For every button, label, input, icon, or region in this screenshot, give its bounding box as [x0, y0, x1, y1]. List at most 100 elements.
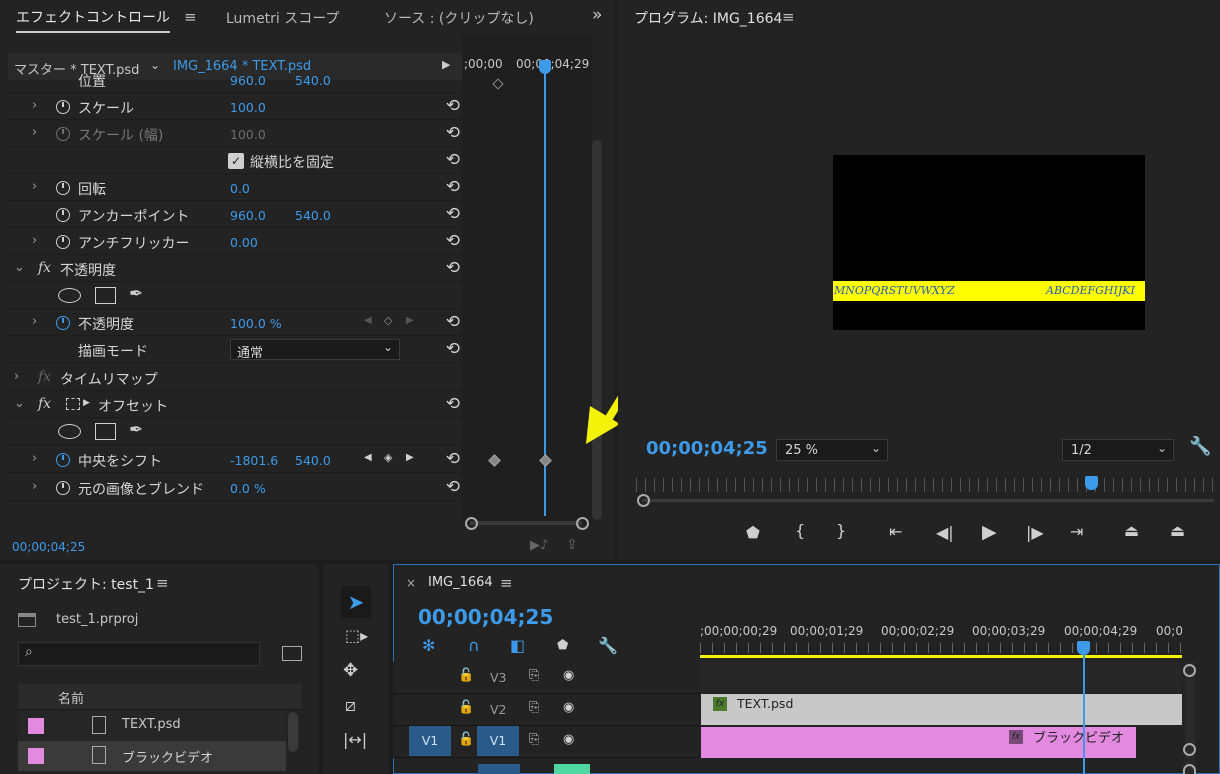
lock-icon[interactable]: 🔓 [458, 700, 474, 715]
shift-center-y-value[interactable]: 540.0 [295, 453, 331, 468]
clip-black-video[interactable]: fx ブラックビデオ [701, 727, 1136, 758]
close-tab-icon[interactable]: × [406, 576, 416, 590]
menu-icon[interactable]: ≡ [184, 8, 197, 26]
project-search-input[interactable]: ⌕ [18, 642, 260, 666]
new-bin-icon[interactable] [282, 646, 302, 661]
zoom-select[interactable]: 25 % ⌄ [776, 439, 888, 461]
expand-chevron-icon[interactable]: › [32, 98, 37, 113]
uniform-scale-checkbox[interactable]: ✓ [228, 153, 244, 169]
mark-in-icon[interactable]: { [795, 521, 805, 540]
extract-icon[interactable]: ⏏ [1170, 521, 1185, 540]
menu-icon[interactable]: ≡ [156, 574, 169, 592]
pen-mask-icon[interactable]: ✒ [129, 420, 143, 440]
resolution-select[interactable]: 1/2 ⌄ [1062, 439, 1174, 461]
project-item-black-video[interactable]: ブラックビデオ [18, 741, 286, 771]
prev-keyframe-icon[interactable]: ◀ [364, 452, 372, 463]
timeline-zoom-bar[interactable] [470, 521, 582, 525]
eye-icon[interactable]: ◉ [563, 668, 574, 683]
anchor-y-value[interactable]: 540.0 [295, 208, 331, 223]
nest-toggle-icon[interactable]: ✻ [422, 636, 435, 655]
fx-disabled-icon[interactable]: fx [38, 369, 51, 385]
tab-source[interactable]: ソース : (クリップなし) [384, 8, 534, 28]
vscroll-top-handle[interactable] [1183, 664, 1196, 677]
stopwatch-icon[interactable] [56, 100, 70, 114]
expand-chevron-icon[interactable]: › [32, 451, 37, 466]
in-point-keyframe[interactable] [492, 78, 504, 90]
track-target-v1[interactable]: V1 [477, 726, 519, 756]
reset-icon[interactable]: ⟲ [446, 449, 460, 469]
lock-icon[interactable]: 🔓 [458, 668, 474, 683]
slip-tool-icon[interactable]: |↔| [343, 730, 367, 749]
label-color-swatch[interactable] [28, 748, 44, 764]
expand-chevron-icon[interactable]: › [32, 314, 37, 329]
vscroll-handle-2[interactable] [1183, 764, 1196, 774]
reset-icon[interactable]: ⟲ [446, 123, 460, 143]
work-area-bar[interactable] [700, 655, 1182, 658]
add-keyframe-icon[interactable]: ◈ [384, 451, 392, 464]
add-keyframe-icon[interactable]: ◇ [384, 314, 392, 327]
keyframe-timeline[interactable]: ;00;00 00;00;04;29 [462, 34, 592, 525]
timeline-playhead-handle[interactable] [1077, 641, 1090, 655]
clip-text-psd[interactable]: fx TEXT.psd [701, 694, 1182, 725]
selection-tool-icon[interactable]: ➤ [341, 586, 371, 618]
reset-icon[interactable]: ⟲ [446, 394, 460, 414]
scale-value[interactable]: 100.0 [230, 100, 266, 115]
pen-mask-icon[interactable]: ✒ [129, 284, 143, 304]
current-time-display[interactable]: 00;00;04;25 [12, 540, 85, 554]
vscroll-bottom-handle[interactable] [1183, 743, 1196, 756]
shift-keyframe-2[interactable] [539, 454, 552, 467]
next-keyframe-icon[interactable]: ▶ [406, 315, 414, 326]
lock-icon[interactable]: 🔓 [458, 732, 474, 747]
expand-chevron-icon[interactable]: › [32, 125, 37, 140]
go-to-out-icon[interactable]: ⇥ [1070, 522, 1083, 541]
reset-icon[interactable]: ⟲ [446, 177, 460, 197]
track-v3-lane[interactable] [700, 662, 1182, 693]
position-y-value[interactable]: 540.0 [295, 73, 331, 88]
wrench-icon[interactable]: 🔧 [1189, 436, 1211, 457]
wrench-icon[interactable]: 🔧 [598, 636, 618, 655]
add-marker-icon[interactable]: ⬟ [557, 638, 568, 653]
snap-magnet-icon[interactable]: ∩ [468, 636, 480, 655]
label-color-swatch[interactable] [28, 718, 44, 734]
eye-icon[interactable]: ◉ [563, 700, 574, 715]
source-patch-v1[interactable]: V1 [409, 726, 451, 756]
effect-controls-scrollbar[interactable] [592, 140, 602, 520]
menu-icon[interactable]: ≡ [500, 574, 513, 592]
fx-icon[interactable]: fx [38, 260, 51, 276]
zoom-start-handle[interactable] [465, 517, 478, 530]
play-audio-icon[interactable]: ▶♪ [530, 538, 548, 553]
reset-icon[interactable]: ⟲ [446, 477, 460, 497]
rotation-value[interactable]: 0.0 [230, 181, 250, 196]
expand-chevron-icon[interactable]: › [32, 179, 37, 194]
ripple-edit-tool-icon[interactable]: ✥ [343, 660, 358, 681]
prev-keyframe-icon[interactable]: ◀ [364, 315, 372, 326]
zoom-end-handle[interactable] [576, 517, 589, 530]
blend-original-value[interactable]: 0.0 % [230, 481, 266, 496]
position-x-value[interactable]: 960.0 [230, 73, 266, 88]
reset-icon[interactable]: ⟲ [446, 150, 460, 170]
export-icon[interactable]: ⇪ [566, 537, 578, 553]
sync-lock-icon[interactable]: ⎘ [529, 668, 539, 683]
stopwatch-active-icon[interactable] [56, 453, 70, 467]
expand-chevron-icon[interactable]: › [32, 233, 37, 248]
menu-icon[interactable]: ≡ [782, 8, 795, 26]
reset-icon[interactable]: ⟲ [446, 258, 460, 278]
project-title[interactable]: プロジェクト: test_1 [18, 574, 154, 594]
project-scrollbar[interactable] [288, 712, 298, 752]
fx-icon[interactable]: fx [38, 396, 51, 412]
sync-lock-icon[interactable]: ⎘ [529, 700, 539, 715]
eye-icon[interactable]: ◉ [563, 732, 574, 747]
track-select-tool-icon[interactable]: ⬚▸ [345, 626, 368, 645]
collapse-chevron-icon[interactable]: ⌄ [14, 260, 25, 275]
mark-out-icon[interactable]: } [836, 521, 846, 540]
collapse-chevron-icon[interactable]: ⌄ [14, 396, 25, 411]
step-forward-icon[interactable]: |▶ [1026, 523, 1044, 542]
scrubber-zoom-handle[interactable] [637, 494, 650, 507]
playhead-handle[interactable] [539, 60, 551, 74]
anchor-x-value[interactable]: 960.0 [230, 208, 266, 223]
video-preview[interactable]: MNOPQRSTUVWXYZ ABCDEFGHIJKI [833, 155, 1145, 330]
stopwatch-icon[interactable] [56, 481, 70, 495]
reset-icon[interactable]: ⟲ [446, 204, 460, 224]
tab-effect-controls[interactable]: エフェクトコントロール [16, 7, 170, 33]
tab-lumetri-scopes[interactable]: Lumetri スコープ [226, 8, 339, 28]
